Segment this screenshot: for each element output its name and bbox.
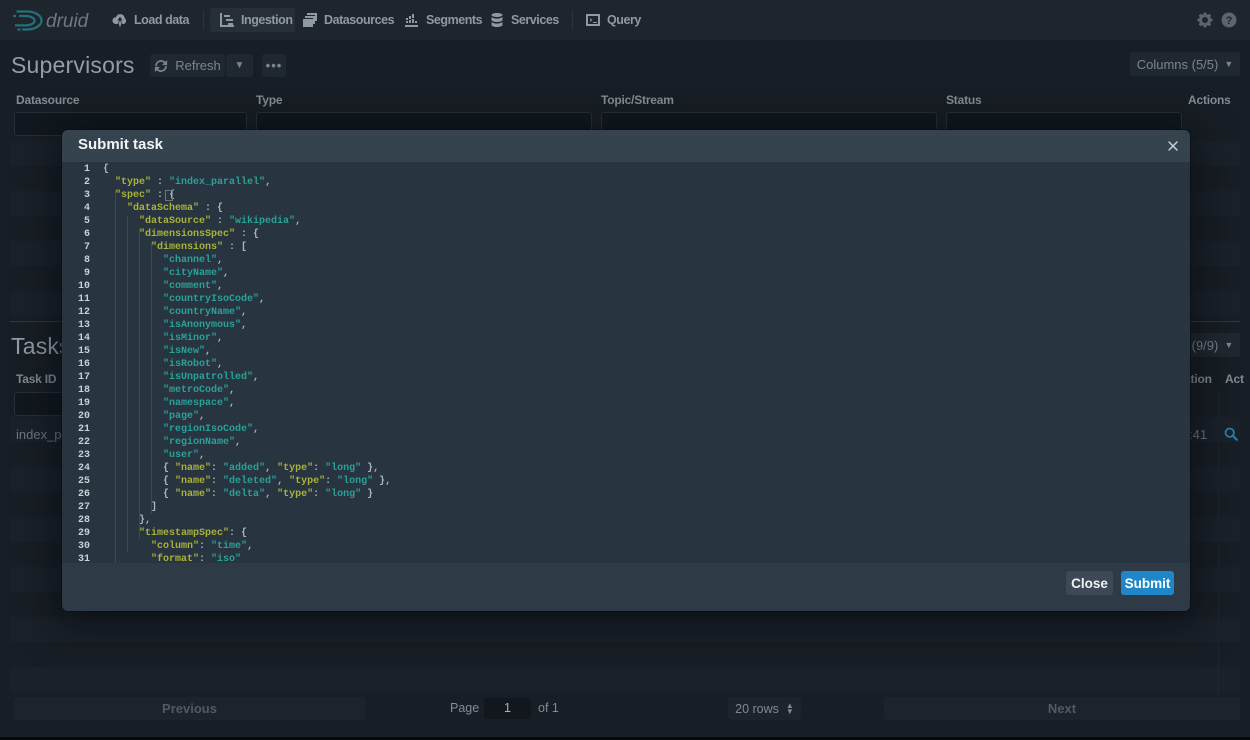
svg-text:druid: druid bbox=[46, 11, 90, 32]
svg-text:?: ? bbox=[1226, 15, 1233, 27]
